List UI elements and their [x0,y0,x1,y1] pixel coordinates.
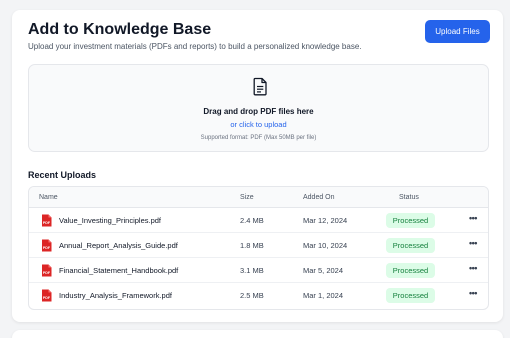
svg-text:PDF: PDF [43,296,51,300]
svg-text:PDF: PDF [43,221,51,225]
column-name: Name [39,194,58,201]
status-badge: Processed [386,238,435,253]
file-name: Industry_Analysis_Framework.pdf [59,291,172,300]
supported-format-note: Supported format: PDF (Max 50MB per file… [200,135,317,141]
page-title: Add to Knowledge Base [28,21,212,38]
upload-files-button[interactable]: Upload Files [425,20,490,43]
click-to-upload-link[interactable]: or click to upload [29,120,488,129]
svg-text:PDF: PDF [43,271,51,275]
more-options-icon[interactable]: ••• [469,213,477,223]
dropzone-title: Drag and drop PDF files here [203,107,314,116]
table-row[interactable]: PDF Annual_Report_Analysis_Guide.pdf 1.8… [29,233,488,258]
file-date: Mar 5, 2024 [303,266,344,275]
more-options-icon[interactable]: ••• [469,288,477,298]
file-date: Mar 12, 2024 [303,216,348,225]
file-size: 2.5 MB [240,291,264,300]
svg-text:PDF: PDF [43,246,51,250]
pdf-file-icon: PDF [42,239,52,252]
status-badge: Processed [386,213,435,228]
pdf-file-icon: PDF [42,264,52,277]
table-row[interactable]: PDF Financial_Statement_Handbook.pdf 3.1… [29,258,488,283]
file-dropzone[interactable]: Drag and drop PDF files here or click to… [28,64,489,152]
file-name: Value_Investing_Principles.pdf [59,216,162,225]
column-added-on: Added On [303,194,335,201]
secondary-card [12,330,503,338]
knowledge-base-card: Add to Knowledge Base Upload your invest… [12,10,503,322]
file-size: 3.1 MB [240,266,264,275]
recent-uploads-heading: Recent Uploads [28,170,97,180]
file-name: Annual_Report_Analysis_Guide.pdf [59,241,178,250]
column-status: Status [399,194,419,201]
status-badge: Processed [386,263,435,278]
file-size: 1.8 MB [240,241,264,250]
pdf-file-icon: PDF [42,289,52,302]
page-subtitle: Upload your investment materials (PDFs a… [28,42,362,51]
document-icon [253,77,267,96]
column-size: Size [240,194,254,201]
more-options-icon[interactable]: ••• [469,263,477,273]
file-name: Financial_Statement_Handbook.pdf [59,266,179,275]
pdf-file-icon: PDF [42,214,52,227]
status-badge: Processed [386,288,435,303]
uploads-table: Name Size Added On Status PDF Value_Inve… [28,186,489,310]
file-date: Mar 1, 2024 [303,291,344,300]
table-header: Name Size Added On Status [29,187,488,208]
table-row[interactable]: PDF Value_Investing_Principles.pdf 2.4 M… [29,208,488,233]
more-options-icon[interactable]: ••• [469,238,477,248]
file-date: Mar 10, 2024 [303,241,348,250]
file-size: 2.4 MB [240,216,264,225]
table-row[interactable]: PDF Industry_Analysis_Framework.pdf 2.5 … [29,283,488,308]
